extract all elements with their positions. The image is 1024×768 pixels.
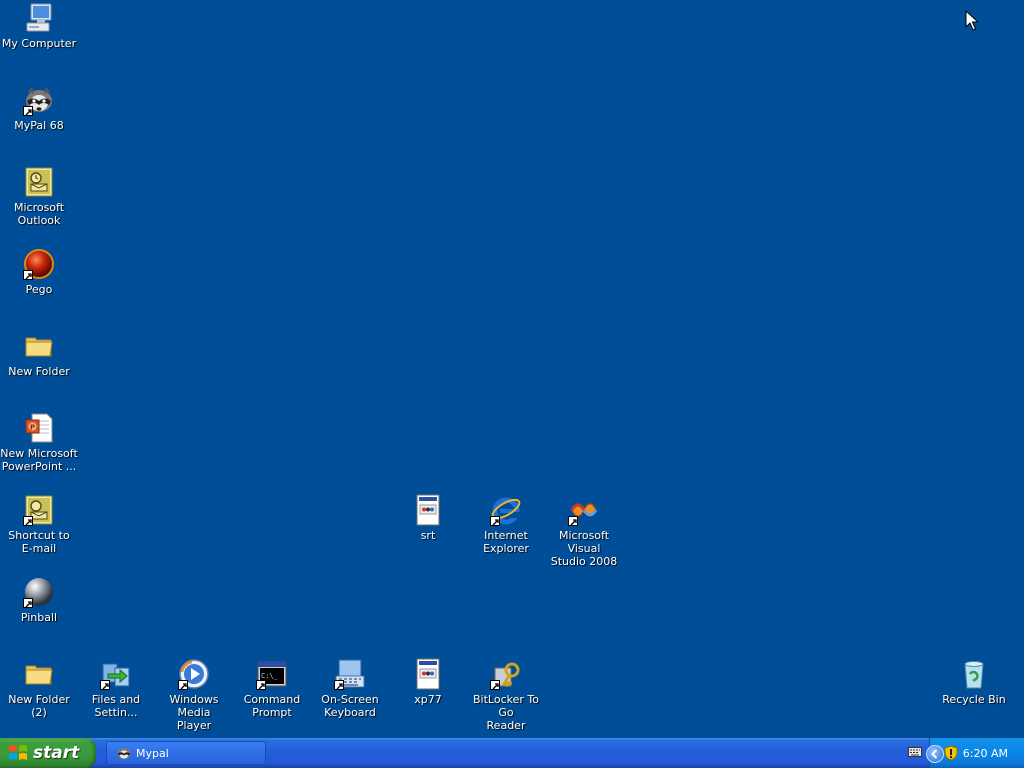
desktop-icon-label: MyPal 68 [14,119,64,132]
desktop-icon-new-folder[interactable]: New Folder [0,330,78,400]
shortcut-arrow-icon [23,270,33,280]
shortcut-arrow-icon [100,680,110,690]
folder-icon [23,658,55,690]
desktop-icon-my-computer[interactable]: My Computer [0,2,78,72]
pego-icon [23,248,55,280]
desktop-icon-label: BitLocker To Go Reader [473,693,539,732]
chevron-left-icon [931,749,938,759]
shortcut-arrow-icon [490,680,500,690]
security-shield-icon[interactable] [944,745,958,761]
start-button[interactable]: start [0,738,96,768]
pinball-icon [23,576,55,608]
command-prompt-icon: C:\_ [256,658,288,690]
mypal-icon [116,745,132,761]
desktop-icon-internet-explorer[interactable]: Internet Explorer [467,494,545,564]
shortcut-arrow-icon [178,680,188,690]
my-computer-icon [23,2,55,34]
taskbar-button-mypal[interactable]: Mypal [106,741,266,765]
desktop-icon-label: Files and Settin... [91,693,141,719]
show-hidden-icons-button[interactable] [926,745,944,763]
email-shortcut-icon [23,494,55,526]
desktop-icon-command-prompt[interactable]: C:\_ Command Prompt [233,658,311,728]
mypal-icon [23,84,55,116]
document-icon [412,494,444,526]
desktop-icon-label: Shortcut to E-mail [8,529,70,555]
desktop-icon-srt[interactable]: srt [389,494,467,564]
desktop: My Computer MyPal 68 Microsoft Outlook P… [0,0,1024,738]
desktop-icon-email-shortcut[interactable]: Shortcut to E-mail [0,494,78,564]
desktop-icon-label: Command Prompt [243,693,301,719]
desktop-icon-label: srt [420,529,436,542]
visual-studio-icon [568,494,600,526]
media-player-icon [178,658,210,690]
desktop-icon-xp77[interactable]: xp77 [389,658,467,728]
keyboard-icon[interactable] [908,746,922,758]
internet-explorer-icon [490,494,522,526]
onscreen-keyboard-icon [334,658,366,690]
desktop-icon-recycle-bin[interactable]: Recycle Bin [935,658,1013,728]
shortcut-arrow-icon [23,516,33,526]
clock[interactable]: 6:20 AM [963,747,1008,760]
desktop-icon-outlook[interactable]: Microsoft Outlook [0,166,78,236]
desktop-icon-label: Microsoft Visual Studio 2008 [550,529,618,568]
desktop-icon-media-player[interactable]: Windows Media Player [155,658,233,732]
svg-text:C:\_: C:\_ [261,672,279,680]
desktop-icon-label: Recycle Bin [942,693,1006,706]
desktop-icon-label: Internet Explorer [483,529,529,555]
desktop-icon-label: Pego [25,283,53,296]
outlook-icon [23,166,55,198]
shortcut-arrow-icon [23,598,33,608]
shortcut-arrow-icon [490,516,500,526]
desktop-icon-label: My Computer [1,37,77,50]
desktop-icon-visual-studio[interactable]: Microsoft Visual Studio 2008 [545,494,623,568]
shortcut-arrow-icon [256,680,266,690]
desktop-icon-mypal[interactable]: MyPal 68 [0,84,78,154]
taskbar-button-label: Mypal [136,746,169,760]
shortcut-arrow-icon [334,680,344,690]
taskbar: start Mypal 6:20 AM [0,738,1024,768]
desktop-icon-label: xp77 [414,693,442,706]
shortcut-arrow-icon [568,516,578,526]
powerpoint-icon: P [23,412,55,444]
desktop-icon-label: New Microsoft PowerPoint ... [0,447,78,473]
desktop-icon-onscreen-keyboard[interactable]: On-Screen Keyboard [311,658,389,728]
desktop-icon-pego[interactable]: Pego [0,248,78,318]
desktop-icon-files-settings[interactable]: Files and Settin... [77,658,155,728]
desktop-icon-label: On-Screen Keyboard [321,693,379,719]
desktop-icon-label: Windows Media Player [169,693,219,732]
folder-icon [23,330,55,362]
desktop-icon-label: New Folder (2) [8,693,70,719]
desktop-icon-new-folder-2[interactable]: New Folder (2) [0,658,78,728]
desktop-icon-label: Microsoft Outlook [13,201,65,227]
recycle-bin-icon [958,658,990,690]
files-settings-icon [100,658,132,690]
mouse-cursor-icon [965,10,979,31]
desktop-icon-label: Pinball [20,611,58,624]
bitlocker-icon [490,658,522,690]
svg-text:P: P [30,424,35,432]
desktop-icon-pinball[interactable]: Pinball [0,576,78,646]
desktop-icon-bitlocker[interactable]: BitLocker To Go Reader [467,658,545,732]
desktop-icon-label: New Folder [8,365,70,378]
start-label: start [33,743,80,763]
system-tray: 6:20 AM [908,738,1024,768]
windows-flag-icon [8,743,28,763]
document-icon [412,658,444,690]
desktop-icon-powerpoint[interactable]: P New Microsoft PowerPoint ... [0,412,78,482]
shortcut-arrow-icon [23,106,33,116]
